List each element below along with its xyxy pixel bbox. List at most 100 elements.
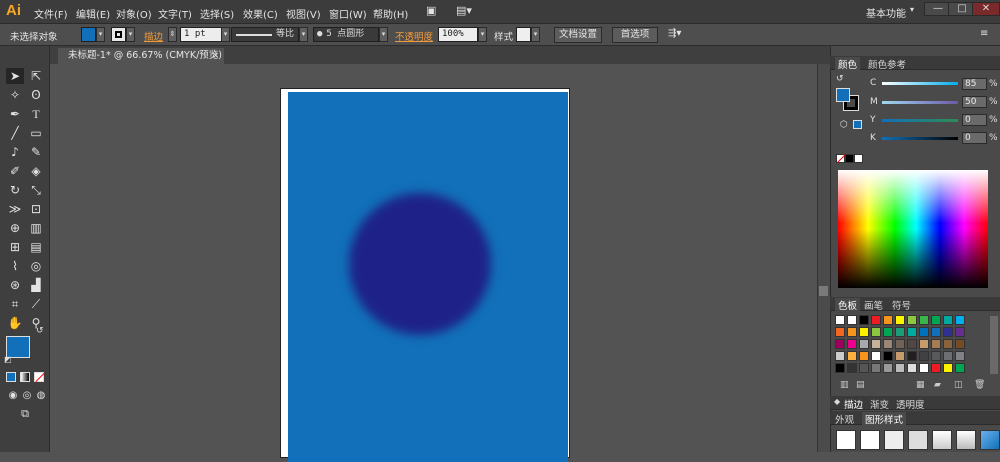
opacity-dropdown[interactable]: ▾ bbox=[478, 27, 487, 42]
new-color-group-icon[interactable]: ▰ bbox=[934, 380, 941, 390]
delete-swatch-icon[interactable]: 🗑 bbox=[974, 380, 985, 390]
color-swatch[interactable] bbox=[871, 351, 881, 361]
style-shadow[interactable] bbox=[884, 430, 904, 450]
color-mode-icon[interactable] bbox=[6, 372, 16, 382]
black-swatch[interactable] bbox=[845, 154, 854, 163]
stroke-dropdown[interactable]: ▾ bbox=[126, 27, 135, 42]
line-tool-icon[interactable]: ╱ bbox=[6, 125, 24, 141]
color-swatch[interactable] bbox=[919, 363, 929, 373]
menu-select[interactable]: 选择(S) bbox=[200, 6, 234, 21]
none-mode-icon[interactable] bbox=[34, 372, 45, 383]
color-swatch[interactable] bbox=[847, 339, 857, 349]
width-tool-icon[interactable]: ≫ bbox=[6, 201, 24, 217]
close-tab-icon[interactable]: ✕ bbox=[212, 48, 219, 64]
menu-help[interactable]: 帮助(H) bbox=[373, 6, 408, 21]
color-swatch[interactable] bbox=[835, 363, 845, 373]
type-tool-icon[interactable]: T bbox=[27, 106, 45, 122]
color-swatch[interactable] bbox=[895, 363, 905, 373]
perspective-grid-tool-icon[interactable]: ▥ bbox=[27, 220, 45, 236]
shape-builder-tool-icon[interactable]: ⊕ bbox=[6, 220, 24, 236]
line-style-field[interactable]: 等比 bbox=[231, 27, 299, 42]
document-setup-button[interactable]: 文档设置 bbox=[554, 27, 602, 43]
style-glow[interactable] bbox=[956, 430, 976, 450]
color-swatch[interactable] bbox=[883, 315, 893, 325]
channel-c-slider[interactable] bbox=[882, 82, 958, 85]
line-style-dropdown[interactable]: ▾ bbox=[299, 27, 308, 42]
channel-k-slider[interactable] bbox=[882, 137, 958, 140]
channel-k-value[interactable]: 0 bbox=[962, 132, 987, 144]
menu-window[interactable]: 窗口(W) bbox=[329, 6, 367, 21]
swatch-scrollbar[interactable] bbox=[990, 316, 998, 374]
artboard-tool-icon[interactable]: ⌗ bbox=[6, 296, 24, 312]
close-button[interactable]: ✕ bbox=[972, 2, 1000, 16]
color-swatch[interactable] bbox=[907, 327, 917, 337]
tab-brushes[interactable]: 画笔 bbox=[864, 298, 883, 312]
color-swatch[interactable] bbox=[895, 351, 905, 361]
white-swatch[interactable] bbox=[854, 154, 863, 163]
color-swatch[interactable] bbox=[871, 315, 881, 325]
stroke-weight-dropdown[interactable]: ▾ bbox=[221, 27, 230, 42]
stroke-label[interactable]: 描边 bbox=[144, 29, 163, 43]
color-swatch[interactable] bbox=[919, 327, 929, 337]
tab-transparency[interactable]: 透明度 bbox=[896, 397, 925, 411]
stroke-weight-field[interactable]: 1 pt bbox=[180, 27, 222, 42]
style-outline[interactable] bbox=[908, 430, 928, 450]
color-swatch[interactable] bbox=[907, 315, 917, 325]
channel-m-slider[interactable] bbox=[882, 101, 958, 104]
align-options-icon[interactable]: ⇶▾ bbox=[668, 28, 681, 39]
out-of-gamut-icon[interactable]: ⬡ bbox=[840, 120, 848, 130]
menu-edit[interactable]: 编辑(E) bbox=[76, 6, 110, 21]
color-swatch[interactable] bbox=[907, 363, 917, 373]
blend-tool-icon[interactable]: ◎ bbox=[27, 258, 45, 274]
color-swatch[interactable] bbox=[895, 327, 905, 337]
color-swatch[interactable] bbox=[883, 363, 893, 373]
color-swatch[interactable] bbox=[847, 315, 857, 325]
slice-tool-icon[interactable]: ⟋ bbox=[27, 296, 45, 312]
swap-fill-stroke-icon[interactable]: ↺ bbox=[836, 74, 844, 84]
stroke-weight-stepper[interactable]: ⇕ bbox=[168, 27, 177, 42]
fill-dropdown[interactable]: ▾ bbox=[96, 27, 105, 42]
selection-tool-icon[interactable]: ➤ bbox=[6, 68, 24, 84]
color-swatch[interactable] bbox=[835, 339, 845, 349]
color-swatch[interactable] bbox=[955, 339, 965, 349]
blurred-circle[interactable] bbox=[349, 193, 491, 335]
swatch-options-icon[interactable]: ▦ bbox=[916, 380, 925, 390]
color-swatch[interactable] bbox=[847, 363, 857, 373]
color-swatch[interactable] bbox=[931, 363, 941, 373]
color-swatch[interactable] bbox=[931, 351, 941, 361]
preferences-button[interactable]: 首选项 bbox=[612, 27, 658, 43]
tab-swatches[interactable]: 色板 bbox=[835, 298, 861, 312]
bridge-icon[interactable]: ▣ bbox=[426, 4, 436, 17]
color-swatch[interactable] bbox=[943, 351, 953, 361]
menu-file[interactable]: 文件(F) bbox=[34, 6, 68, 21]
paintbrush-tool-icon[interactable]: ♪ bbox=[6, 144, 24, 160]
color-swatch[interactable] bbox=[883, 339, 893, 349]
tab-color[interactable]: 颜色 bbox=[835, 57, 861, 71]
channel-y-value[interactable]: 0 bbox=[962, 114, 987, 126]
style-swatch[interactable] bbox=[516, 27, 531, 42]
color-swatch[interactable] bbox=[859, 351, 869, 361]
tab-appearance[interactable]: 外观 bbox=[835, 412, 854, 426]
color-swatch[interactable] bbox=[943, 327, 953, 337]
color-swatch[interactable] bbox=[919, 339, 929, 349]
gradient-mode-icon[interactable] bbox=[20, 372, 30, 382]
pencil-tool-icon[interactable]: ✎ bbox=[27, 144, 45, 160]
color-swatch[interactable] bbox=[943, 315, 953, 325]
panel-menu-icon[interactable]: ≡ bbox=[980, 28, 988, 39]
color-swatch[interactable] bbox=[871, 339, 881, 349]
color-swatch[interactable] bbox=[931, 339, 941, 349]
color-swatch[interactable] bbox=[895, 339, 905, 349]
color-swatch[interactable] bbox=[859, 363, 869, 373]
panel-fill-swatch[interactable] bbox=[836, 88, 850, 102]
color-swatch[interactable] bbox=[943, 363, 953, 373]
color-swatch[interactable] bbox=[835, 315, 845, 325]
default-colors-icon[interactable]: ◩ bbox=[4, 355, 12, 364]
color-swatch[interactable] bbox=[955, 363, 965, 373]
stroke-swatch[interactable] bbox=[111, 27, 126, 42]
screen-mode-icon[interactable]: ⧉ bbox=[16, 406, 34, 422]
tab-symbols[interactable]: 符号 bbox=[892, 298, 911, 312]
swap-colors-icon[interactable]: ↺ bbox=[36, 326, 44, 336]
none-swatch[interactable] bbox=[836, 154, 846, 163]
color-swatch[interactable] bbox=[859, 315, 869, 325]
scrollbar-thumb[interactable] bbox=[819, 286, 828, 296]
